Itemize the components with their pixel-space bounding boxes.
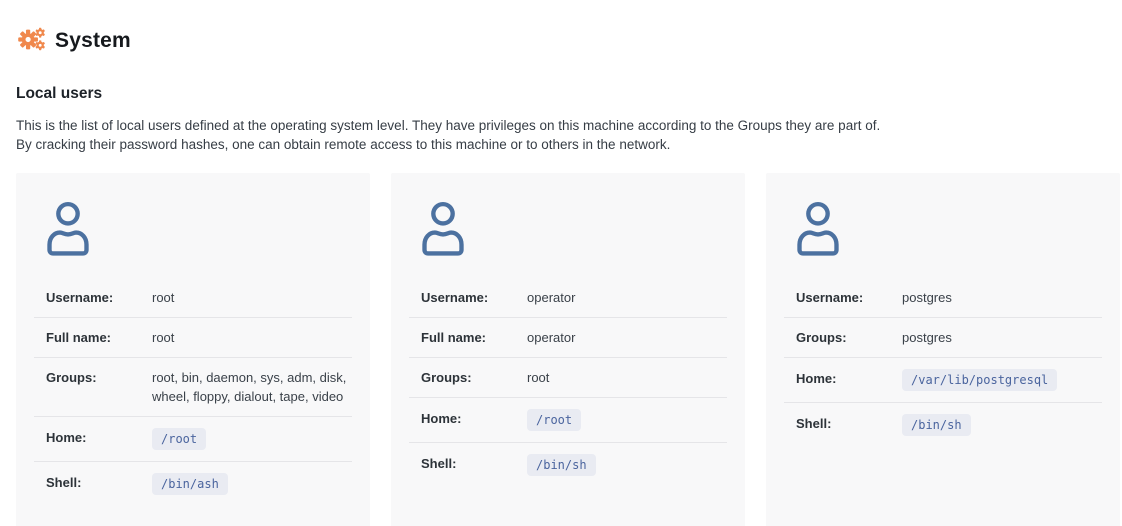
user-fields: Username: root Full name: root Groups: r… — [34, 278, 352, 506]
user-field-row: Home: /var/lib/postgresql — [784, 357, 1102, 402]
field-label: Home: — [46, 428, 152, 447]
user-field-row: Full name: operator — [409, 317, 727, 357]
code-badge: /bin/sh — [902, 414, 971, 436]
field-value: root — [527, 368, 727, 387]
user-field-row: Username: root — [34, 278, 352, 317]
section-description: This is the list of local users defined … — [16, 116, 1106, 154]
user-field-row: Username: operator — [409, 278, 727, 317]
field-value: operator — [527, 288, 727, 307]
page-title: System — [55, 29, 131, 53]
user-cards: Username: root Full name: root Groups: r… — [16, 173, 1106, 526]
field-label: Full name: — [46, 328, 152, 347]
description-line: This is the list of local users defined … — [16, 116, 1106, 135]
field-label: Username: — [421, 288, 527, 307]
user-fields: Username: postgres Groups: postgres Home… — [784, 278, 1102, 447]
user-fields: Username: operator Full name: operator G… — [409, 278, 727, 487]
field-label: Groups: — [796, 328, 902, 347]
field-value: /bin/sh — [902, 414, 1102, 436]
field-value: operator — [527, 328, 727, 347]
user-field-row: Username: postgres — [784, 278, 1102, 317]
field-label: Home: — [796, 369, 902, 388]
code-badge: /bin/ash — [152, 473, 228, 495]
gears-icon — [16, 24, 46, 58]
user-field-row: Home: /root — [34, 416, 352, 461]
field-value: /bin/sh — [527, 454, 727, 476]
description-line: By cracking their password hashes, one c… — [16, 135, 1106, 154]
field-value: postgres — [902, 288, 1102, 307]
user-card: Username: postgres Groups: postgres Home… — [766, 173, 1120, 526]
field-value: /var/lib/postgresql — [902, 369, 1102, 391]
user-card: Username: operator Full name: operator G… — [391, 173, 745, 526]
user-field-row: Shell: /bin/sh — [409, 442, 727, 487]
user-field-row: Shell: /bin/ash — [34, 461, 352, 506]
field-label: Username: — [46, 288, 152, 307]
page: System Local users This is the list of l… — [0, 0, 1122, 526]
user-icon — [796, 201, 1102, 261]
user-card: Username: root Full name: root Groups: r… — [16, 173, 370, 526]
field-label: Shell: — [46, 473, 152, 492]
user-icon — [46, 201, 352, 261]
user-icon — [421, 201, 727, 261]
page-header: System — [16, 26, 1106, 56]
field-label: Shell: — [421, 454, 527, 473]
code-badge: /var/lib/postgresql — [902, 369, 1057, 391]
user-field-row: Home: /root — [409, 397, 727, 442]
field-value: root — [152, 328, 352, 347]
field-value: root, bin, daemon, sys, adm, disk, wheel… — [152, 368, 352, 406]
user-field-row: Groups: root, bin, daemon, sys, adm, dis… — [34, 357, 352, 416]
user-field-row: Full name: root — [34, 317, 352, 357]
field-value: postgres — [902, 328, 1102, 347]
user-field-row: Shell: /bin/sh — [784, 402, 1102, 447]
field-value: /root — [152, 428, 352, 450]
code-badge: /bin/sh — [527, 454, 596, 476]
field-label: Home: — [421, 409, 527, 428]
section-title: Local users — [16, 85, 1106, 103]
field-label: Shell: — [796, 414, 902, 433]
field-label: Groups: — [46, 368, 152, 387]
user-field-row: Groups: postgres — [784, 317, 1102, 357]
user-field-row: Groups: root — [409, 357, 727, 397]
code-badge: /root — [152, 428, 206, 450]
field-value: /bin/ash — [152, 473, 352, 495]
field-value: root — [152, 288, 352, 307]
field-label: Full name: — [421, 328, 527, 347]
code-badge: /root — [527, 409, 581, 431]
field-value: /root — [527, 409, 727, 431]
field-label: Groups: — [421, 368, 527, 387]
field-label: Username: — [796, 288, 902, 307]
